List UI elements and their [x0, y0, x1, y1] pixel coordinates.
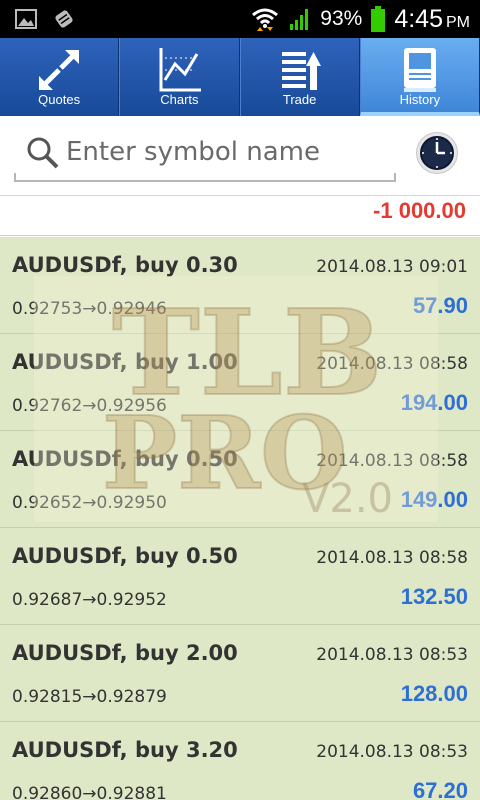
search-input[interactable] [66, 136, 386, 168]
battery-icon [371, 6, 386, 32]
deal-profit: 128.00 [400, 681, 468, 706]
signal-icon [290, 9, 309, 30]
deal-time: 2014.08.13 08:58 [316, 451, 468, 471]
status-bar: 93% 4:45 PM [0, 0, 480, 38]
tab-charts-label: Charts [160, 92, 199, 107]
deal-profit: 67.20 [412, 778, 468, 800]
tab-history[interactable]: History [359, 38, 480, 116]
battery-percent: 93% [320, 7, 363, 30]
total-row: -1 000.00 [0, 196, 480, 236]
deal-profit: 132.50 [400, 584, 468, 609]
clock: 4:45 PM [394, 5, 470, 34]
tab-bar: Quotes Charts Trade History [0, 38, 480, 116]
tab-trade[interactable]: Trade [239, 38, 360, 116]
total-profit: -1 000.00 [373, 198, 466, 223]
deal-prices: 0.92687→0.92952 [12, 590, 167, 610]
wifi-icon [252, 8, 279, 31]
deal-title: AUDUSDf, buy 0.50 [12, 544, 238, 568]
deal-title: AUDUSDf, buy 0.50 [12, 447, 238, 471]
deal-prices: 0.92652→0.92950 [12, 493, 167, 513]
deal-title: AUDUSDf, buy 1.00 [12, 350, 238, 374]
list-item[interactable]: AUDUSDf, buy 1.00 2014.08.13 08:58 0.927… [0, 334, 480, 431]
history-list[interactable]: AUDUSDf, buy 0.30 2014.08.13 09:01 0.927… [0, 237, 480, 800]
deal-prices: 0.92860→0.92881 [12, 784, 167, 800]
chart-icon [159, 48, 202, 92]
deal-profit: 194.00 [400, 390, 468, 415]
tab-trade-label: Trade [282, 92, 317, 107]
tab-quotes[interactable]: Quotes [0, 38, 120, 116]
tab-quotes-label: Quotes [38, 92, 81, 107]
clock-time: 4:45 [394, 4, 443, 33]
list-item[interactable]: AUDUSDf, buy 0.30 2014.08.13 09:01 0.927… [0, 237, 480, 334]
deal-time: 2014.08.13 09:01 [316, 257, 468, 277]
clock-icon [420, 136, 454, 170]
history-icon [403, 48, 436, 92]
deal-title: AUDUSDf, buy 3.20 [12, 738, 238, 762]
deal-prices: 0.92753→0.92946 [12, 299, 167, 319]
deal-time: 2014.08.13 08:53 [316, 645, 468, 665]
deal-title: AUDUSDf, buy 0.30 [12, 253, 238, 277]
tab-charts[interactable]: Charts [119, 38, 240, 116]
android-debug-icon [55, 10, 73, 28]
deal-time: 2014.08.13 08:58 [316, 548, 468, 568]
search-icon [27, 137, 59, 169]
search-underline [14, 173, 396, 182]
deal-time: 2014.08.13 08:58 [316, 354, 468, 374]
deal-profit: 149.00 [400, 487, 468, 512]
deal-time: 2014.08.13 08:53 [316, 742, 468, 762]
list-item[interactable]: AUDUSDf, buy 0.50 2014.08.13 08:58 0.926… [0, 431, 480, 528]
search-bar [0, 116, 480, 196]
list-item[interactable]: AUDUSDf, buy 0.50 2014.08.13 08:58 0.926… [0, 528, 480, 625]
deal-title: AUDUSDf, buy 2.00 [12, 641, 238, 665]
period-clock-button[interactable] [416, 132, 458, 174]
deal-prices: 0.92762→0.92956 [12, 396, 167, 416]
quotes-arrows-icon [39, 50, 80, 90]
trade-icon [281, 52, 321, 90]
deal-prices: 0.92815→0.92879 [12, 687, 167, 707]
deal-profit: 57.90 [412, 293, 468, 318]
list-item[interactable]: AUDUSDf, buy 3.20 2014.08.13 08:53 0.928… [0, 722, 480, 800]
tab-history-label: History [399, 92, 441, 107]
image-icon [15, 9, 37, 29]
list-item[interactable]: AUDUSDf, buy 2.00 2014.08.13 08:53 0.928… [0, 625, 480, 722]
clock-ampm: PM [446, 13, 470, 31]
